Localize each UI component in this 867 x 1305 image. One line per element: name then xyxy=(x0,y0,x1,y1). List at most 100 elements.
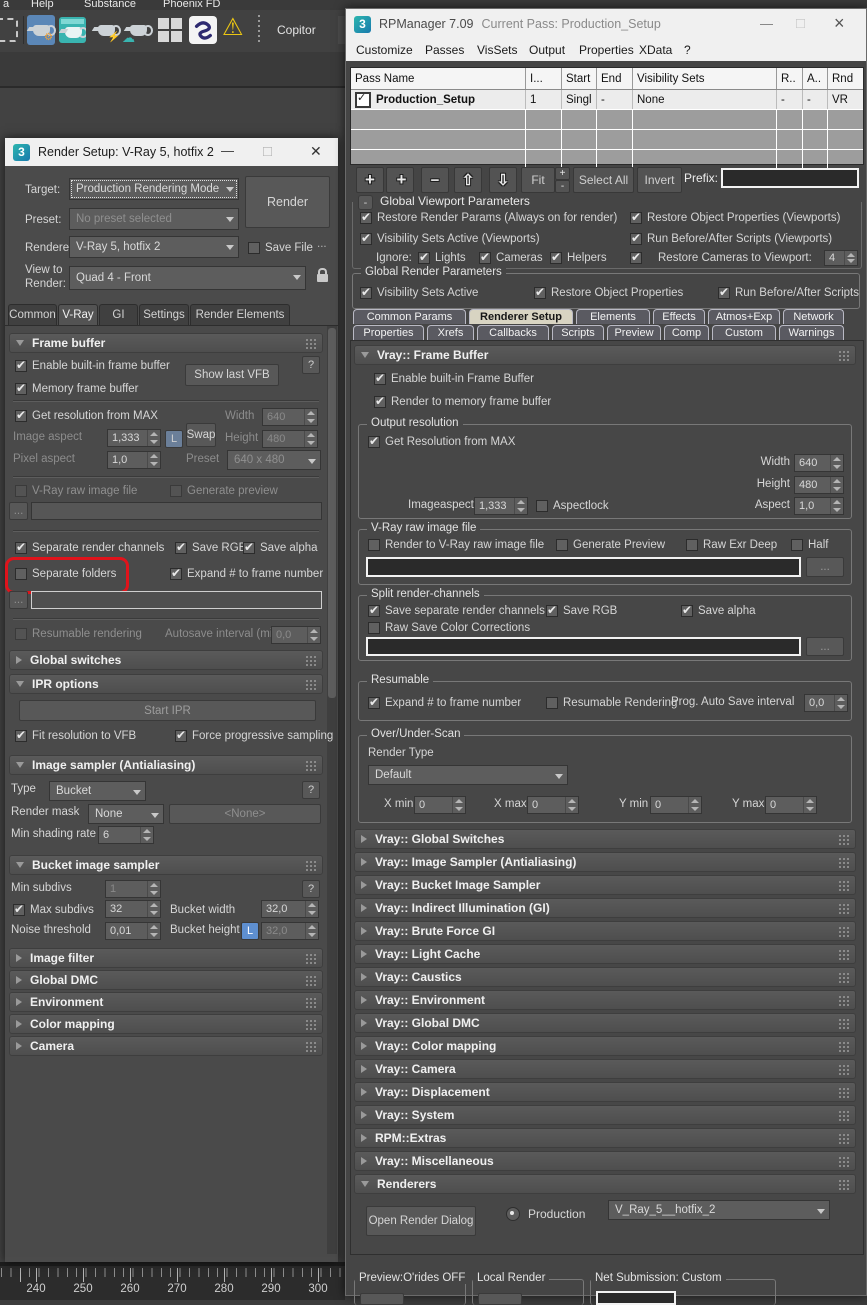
render-type-dropdown[interactable]: Default xyxy=(368,765,568,785)
visibility-sets-active-vp-checkbox[interactable]: Visibility Sets Active (Viewports) xyxy=(360,231,540,247)
rollout-vray-frame-buffer[interactable]: Vray:: Frame Buffer xyxy=(354,345,856,365)
tab-scripts[interactable]: Scripts xyxy=(552,325,604,340)
render-mask-none-button[interactable]: <None> xyxy=(169,804,321,824)
help-button[interactable]: ? xyxy=(302,781,320,799)
add-multiple-passes-button[interactable]: + xyxy=(386,167,414,193)
tab-network[interactable]: Network xyxy=(783,309,844,324)
footer-button-stub[interactable] xyxy=(478,1293,522,1305)
target-dropdown[interactable]: Production Rendering Mode xyxy=(69,178,239,200)
help-button[interactable]: ? xyxy=(302,356,320,374)
generate-preview-rpm-checkbox[interactable]: Generate Preview xyxy=(556,537,665,553)
min-subdivs-spinner[interactable]: 1 xyxy=(105,880,161,898)
rollout-vray-image-sampler[interactable]: Vray:: Image Sampler (Antialiasing) xyxy=(354,852,856,872)
image-aspect-lock-button[interactable]: L xyxy=(165,430,183,448)
save-alpha-rpm-checkbox[interactable]: Save alpha xyxy=(681,603,756,619)
rollout-vray-indirect-illumination[interactable]: Vray:: Indirect Illumination (GI) xyxy=(354,898,856,918)
show-last-vfb-button[interactable]: Show last VFB xyxy=(185,364,279,386)
view-to-render-dropdown[interactable]: Quad 4 - Front xyxy=(69,266,306,290)
rpmanager-icon[interactable] xyxy=(189,16,217,44)
min-shading-rate-spinner[interactable]: 6 xyxy=(98,826,154,844)
rollout-vray-light-cache[interactable]: Vray:: Light Cache xyxy=(354,944,856,964)
rollout-frame-buffer[interactable]: Frame buffer xyxy=(9,333,323,353)
max-subdivs-checkbox[interactable]: Max subdivs xyxy=(13,902,94,918)
pixel-aspect-spinner[interactable]: 1,0 xyxy=(107,451,161,469)
remove-pass-button[interactable]: − xyxy=(421,167,449,193)
col-rnd[interactable]: Rnd xyxy=(828,68,861,89)
preset-dropdown[interactable]: No preset selected xyxy=(69,208,239,230)
menu-customize[interactable]: Customize xyxy=(356,39,413,61)
spinner-arrows[interactable] xyxy=(834,695,847,711)
help-button[interactable]: ? xyxy=(302,880,320,898)
menu-item[interactable]: a xyxy=(3,0,9,10)
xmax-spinner[interactable]: 0 xyxy=(527,796,579,814)
fit-button[interactable]: Fit xyxy=(521,167,555,193)
run-scripts-vp-checkbox[interactable]: Run Before/After Scripts (Viewports) xyxy=(630,231,832,247)
tab-common-params[interactable]: Common Params xyxy=(353,309,466,324)
spinner-arrows[interactable] xyxy=(147,452,160,468)
col-a[interactable]: A.. xyxy=(803,68,828,89)
empty-row[interactable] xyxy=(351,110,863,130)
rollout-image-filter[interactable]: Image filter xyxy=(9,948,323,968)
tab-preview[interactable]: Preview xyxy=(607,325,661,340)
render-setup-titlebar[interactable]: 3 Render Setup: V-Ray 5, hotfix 2 — □ ✕ xyxy=(5,138,338,166)
rollout-color-mapping[interactable]: Color mapping xyxy=(9,1014,323,1034)
ignore-cameras-checkbox[interactable]: Cameras xyxy=(479,250,543,266)
render-setup-icon[interactable]: ⚙ xyxy=(27,15,55,45)
tab-xrefs[interactable]: Xrefs xyxy=(427,325,474,340)
move-down-button[interactable]: ⇩ xyxy=(489,167,517,193)
tab-callbacks[interactable]: Callbacks xyxy=(477,325,549,340)
split-browse-button[interactable]: ... xyxy=(806,637,844,656)
tab-comp[interactable]: Comp xyxy=(664,325,709,340)
save-alpha-checkbox[interactable]: Save alpha xyxy=(243,540,318,556)
raw-file-path-input-rpm[interactable] xyxy=(366,557,801,577)
xmin-spinner[interactable]: 0 xyxy=(414,796,466,814)
swap-button[interactable]: Swap xyxy=(186,423,216,447)
net-submission-input-stub[interactable] xyxy=(596,1291,676,1305)
spinner-arrows[interactable] xyxy=(565,797,578,813)
rollout-global-switches[interactable]: Global switches xyxy=(9,650,323,670)
tab-gi[interactable]: GI xyxy=(99,304,138,325)
separate-render-channels-checkbox[interactable]: Separate render channels xyxy=(15,540,164,556)
channels-path-input[interactable] xyxy=(31,591,322,609)
rpm-width-spinner[interactable]: 640 xyxy=(794,454,844,472)
prog-autosave-spinner[interactable]: 0,0 xyxy=(804,694,848,712)
get-resolution-from-max-rpm-checkbox[interactable]: Get Resolution from MAX xyxy=(368,434,515,450)
rollout-vray-global-switches[interactable]: Vray:: Global Switches xyxy=(354,829,856,849)
raw-exr-deep-checkbox[interactable]: Raw Exr Deep xyxy=(686,537,777,553)
width-spinner[interactable]: 640 xyxy=(262,408,318,426)
rpm-height-spinner[interactable]: 480 xyxy=(794,476,844,494)
sampler-type-dropdown[interactable]: Bucket xyxy=(49,781,146,801)
memory-frame-buffer-checkbox[interactable]: Memory frame buffer xyxy=(15,381,139,397)
restore-object-properties-checkbox[interactable]: Restore Object Properties xyxy=(534,285,683,301)
expand-hash-rpm-checkbox[interactable]: Expand # to frame number xyxy=(368,695,521,711)
col-r[interactable]: R.. xyxy=(777,68,803,89)
half-checkbox[interactable]: Half xyxy=(791,537,828,553)
enable-builtin-fb-checkbox[interactable]: Enable built-in frame buffer xyxy=(15,358,170,374)
menu-item-phoenixfd[interactable]: Phoenix FD xyxy=(163,0,220,10)
spinner-arrows[interactable] xyxy=(830,498,843,514)
menu-help[interactable]: ? xyxy=(684,39,691,61)
spinner-arrows[interactable] xyxy=(452,797,465,813)
pass-row[interactable]: ✓ Production_Setup 1 Singl - None - - VR xyxy=(351,90,863,110)
raw-save-color-corrections-checkbox[interactable]: Raw Save Color Corrections xyxy=(368,620,530,636)
rollout-bucket-image-sampler[interactable]: Bucket image sampler xyxy=(9,855,323,875)
menu-output[interactable]: Output xyxy=(529,39,565,61)
rollout-vray-displacement[interactable]: Vray:: Displacement xyxy=(354,1082,856,1102)
rollout-vray-miscellaneous[interactable]: Vray:: Miscellaneous xyxy=(354,1151,856,1171)
separate-folders-checkbox[interactable]: Separate folders xyxy=(15,566,116,582)
copitor-label[interactable]: Copitor xyxy=(277,23,316,37)
spinner-arrows[interactable] xyxy=(304,409,317,425)
ymin-spinner[interactable]: 0 xyxy=(650,796,702,814)
spinner-arrows[interactable] xyxy=(140,827,153,843)
invert-button[interactable]: Invert xyxy=(637,167,682,193)
image-aspect-spinner[interactable]: 1,333 xyxy=(107,429,161,447)
col-pass-name[interactable]: Pass Name xyxy=(351,68,526,89)
save-separate-channels-checkbox[interactable]: Save separate render channels xyxy=(368,603,545,619)
run-before-after-scripts-checkbox[interactable]: Run Before/After Scripts xyxy=(718,285,859,301)
select-all-button[interactable]: Select All xyxy=(573,167,634,193)
tab-atmos-exp[interactable]: Atmos+Exp xyxy=(708,309,780,324)
rollout-image-sampler[interactable]: Image sampler (Antialiasing) xyxy=(9,755,323,775)
ymax-spinner[interactable]: 0 xyxy=(765,796,817,814)
spinner-arrows[interactable] xyxy=(803,797,816,813)
pass-enabled-checkbox[interactable]: ✓ xyxy=(355,92,371,108)
